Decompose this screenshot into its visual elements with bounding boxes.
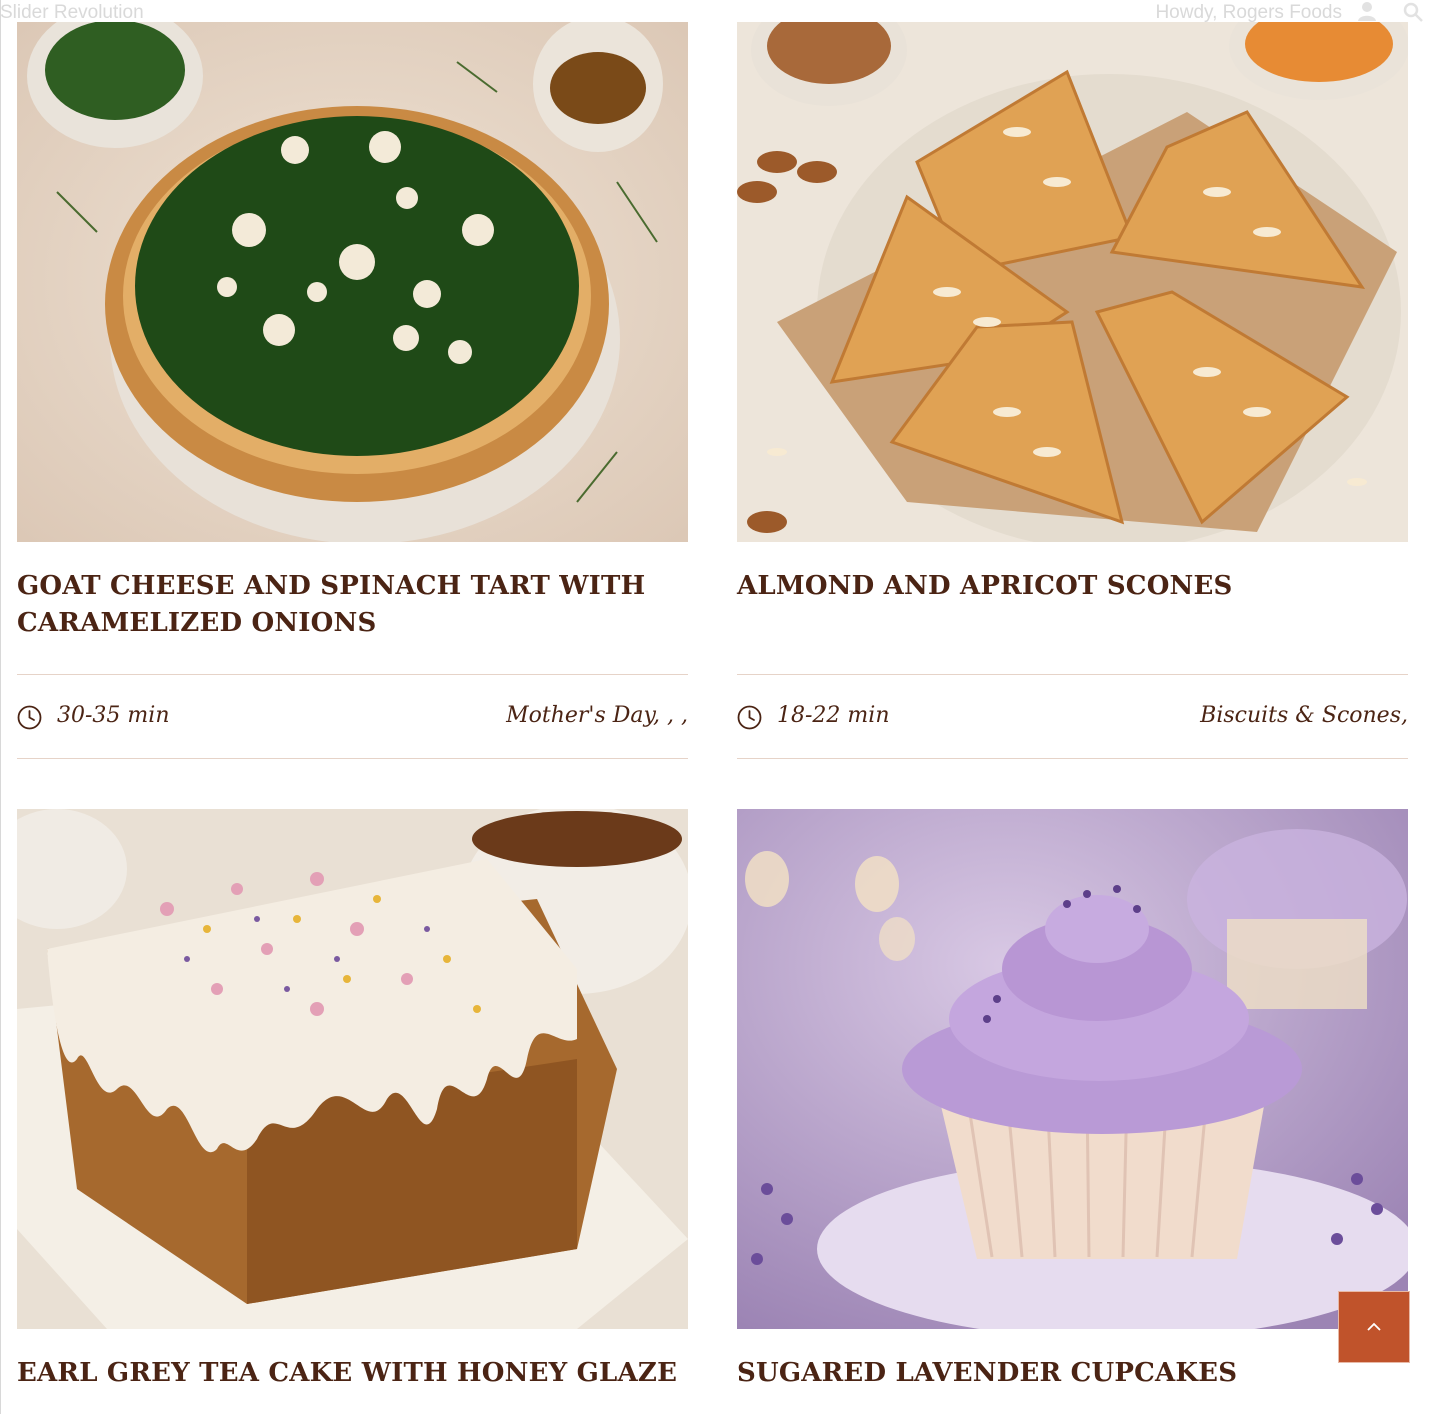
recipe-time: 30-35 min	[57, 703, 170, 728]
recipe-image-goat-cheese-tart[interactable]	[17, 22, 688, 542]
divider	[737, 674, 1408, 675]
admin-bar-greeting[interactable]: Howdy, Rogers Foods	[1155, 2, 1342, 24]
recipe-image-earl-grey-tea-cake[interactable]	[17, 809, 688, 1329]
recipe-categories[interactable]: Mother's Day, , ,	[506, 703, 688, 728]
recipe-meta: 18-22 min Biscuits & Scones,	[737, 700, 1408, 734]
clock-icon	[17, 705, 42, 730]
divider	[17, 674, 688, 675]
divider	[17, 758, 688, 759]
recipe-meta: 30-35 min Mother's Day, , ,	[17, 700, 688, 734]
admin-bar-slider-revolution-link[interactable]: Slider Revolution	[0, 2, 144, 24]
recipe-title[interactable]: Goat Cheese and Spinach Tart with Carame…	[17, 568, 688, 642]
recipe-title[interactable]: Sugared Lavender Cupcakes	[737, 1355, 1408, 1392]
admin-bar: Slider Revolution Howdy, Rogers Foods	[0, 0, 1434, 24]
divider	[737, 758, 1408, 759]
recipe-time: 18-22 min	[777, 703, 890, 728]
recipe-categories[interactable]: Biscuits & Scones,	[1200, 703, 1408, 728]
recipe-image-almond-apricot-scones[interactable]	[737, 22, 1408, 542]
page-left-border	[0, 0, 1, 1414]
chevron-up-icon	[1367, 1322, 1381, 1331]
clock-icon	[737, 705, 762, 730]
user-icon[interactable]	[1356, 0, 1378, 22]
back-to-top-button[interactable]	[1338, 1291, 1410, 1363]
recipe-image-sugared-lavender-cupcakes[interactable]	[737, 809, 1408, 1329]
recipe-title[interactable]: Earl Grey Tea Cake with Honey Glaze	[17, 1355, 688, 1392]
recipe-title[interactable]: Almond and Apricot Scones	[737, 568, 1408, 605]
search-icon[interactable]	[1402, 1, 1424, 23]
